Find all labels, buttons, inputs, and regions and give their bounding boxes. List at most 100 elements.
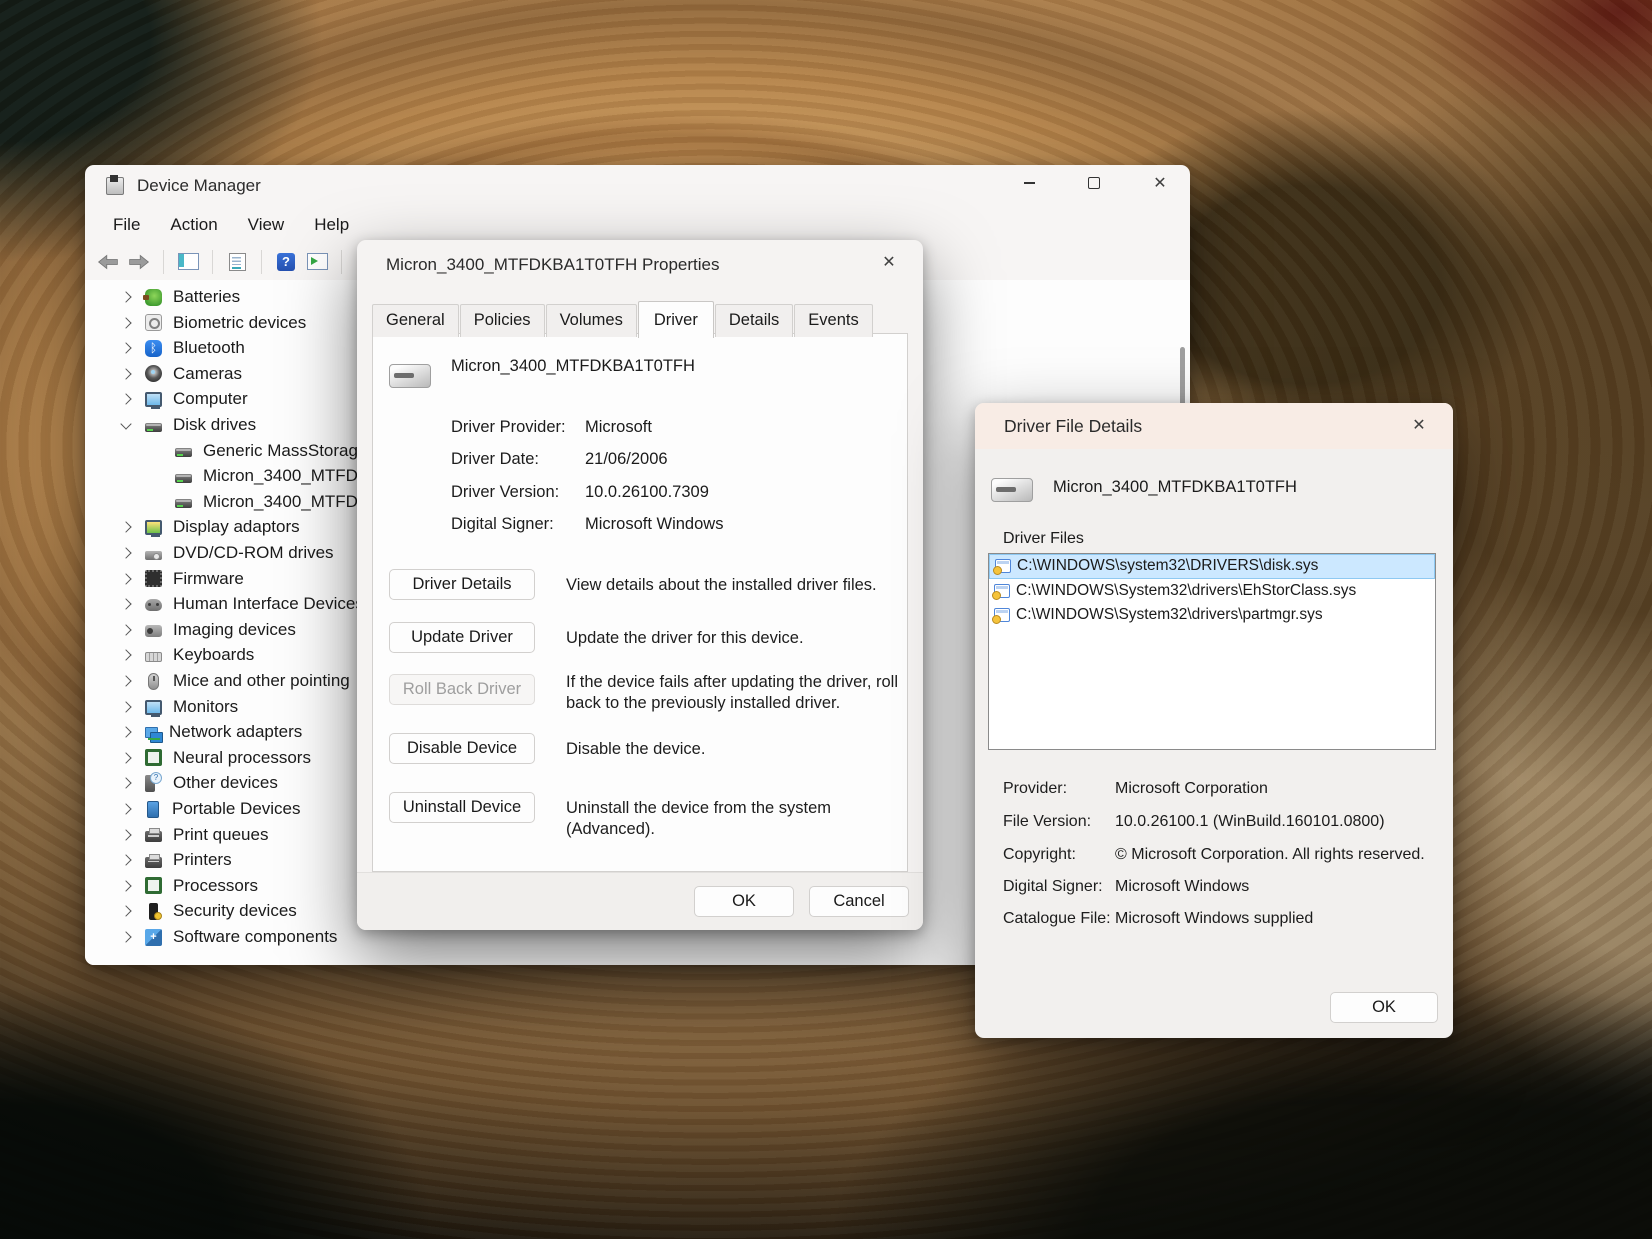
tree-item-label: Keyboards xyxy=(173,645,255,665)
ok-button[interactable]: OK xyxy=(694,886,794,917)
update-driver-button[interactable]: Update Driver xyxy=(389,622,535,653)
close-button[interactable]: ✕ xyxy=(869,240,909,284)
hid-icon xyxy=(145,599,162,612)
disable-device-desc: Disable the device. xyxy=(566,740,706,758)
chevron-right-icon[interactable] xyxy=(120,700,132,713)
field-label: Copyright: xyxy=(1003,846,1076,863)
chevron-right-icon[interactable] xyxy=(120,880,132,892)
menu-view[interactable]: View xyxy=(236,211,297,239)
toolbar-separator xyxy=(163,249,164,274)
tree-item-label: Human Interface Devices xyxy=(173,594,364,614)
monitor-icon xyxy=(145,699,162,717)
driver-files-label: Driver Files xyxy=(1003,530,1084,547)
action-pane-icon[interactable] xyxy=(306,253,328,271)
close-button[interactable]: ✕ xyxy=(1399,403,1439,447)
chevron-right-icon[interactable] xyxy=(120,931,132,943)
tree-item-label: Processors xyxy=(173,875,259,895)
chevron-right-icon[interactable] xyxy=(120,675,132,687)
tree-item-label: Cameras xyxy=(173,363,242,383)
chevron-right-icon[interactable] xyxy=(120,291,132,303)
tree-item-label: Portable Devices xyxy=(172,799,301,818)
driver-details-button[interactable]: Driver Details xyxy=(389,569,535,600)
field-label: Driver Provider: xyxy=(451,418,566,436)
uninstall-device-desc: Uninstall the device from the system (Ad… xyxy=(566,799,832,838)
tab-events[interactable]: Events xyxy=(794,304,873,337)
driver-file-item[interactable]: C:\WINDOWS\System32\drivers\partmgr.sys xyxy=(989,603,1435,628)
chevron-right-icon[interactable] xyxy=(120,547,132,559)
chevron-right-icon[interactable] xyxy=(120,752,132,764)
tree-item-label: Neural processors xyxy=(173,747,311,767)
driver-file-item[interactable]: C:\WINDOWS\system32\DRIVERS\disk.sys xyxy=(989,554,1435,579)
maximize-icon xyxy=(1088,177,1100,189)
menu-file[interactable]: File xyxy=(101,211,152,239)
disable-device-button[interactable]: Disable Device xyxy=(389,733,535,764)
properties-icon[interactable] xyxy=(226,252,248,271)
chevron-right-icon[interactable] xyxy=(120,854,132,866)
chevron-right-icon[interactable] xyxy=(120,649,132,662)
chevron-right-icon[interactable] xyxy=(120,624,132,636)
chevron-right-icon[interactable] xyxy=(120,905,132,918)
help-icon[interactable]: ? xyxy=(275,252,297,271)
software-component-icon: + xyxy=(145,928,162,946)
roll-back-driver-button[interactable]: Roll Back Driver xyxy=(389,674,535,705)
dialog-footer: OK Cancel xyxy=(357,872,923,930)
tab-bar: General Policies Volumes Driver Details … xyxy=(372,300,874,338)
close-button[interactable]: ✕ xyxy=(1137,165,1183,201)
chevron-right-icon[interactable] xyxy=(120,777,132,790)
chevron-right-icon[interactable] xyxy=(120,828,132,841)
update-driver-desc: Update the driver for this device. xyxy=(566,629,804,647)
properties-dialog-titlebar[interactable]: Micron_3400_MTFDKBA1T0TFH Properties ✕ xyxy=(357,240,923,290)
tab-driver[interactable]: Driver xyxy=(637,301,714,338)
field-value: © Microsoft Corporation. All rights rese… xyxy=(1115,846,1425,863)
field-value: 21/06/2006 xyxy=(585,450,668,468)
tab-volumes[interactable]: Volumes xyxy=(545,304,637,337)
driver-file-details-dialog: Driver File Details ✕ Micron_3400_MTFDKB… xyxy=(975,403,1453,1038)
imaging-device-icon xyxy=(145,624,162,637)
chevron-right-icon[interactable] xyxy=(120,342,132,354)
chevron-right-icon[interactable] xyxy=(120,726,132,738)
driver-file-item[interactable]: C:\WINDOWS\System32\drivers\EhStorClass.… xyxy=(989,579,1435,604)
chevron-right-icon[interactable] xyxy=(120,393,132,406)
minimize-button[interactable] xyxy=(1006,165,1052,201)
forward-icon[interactable] xyxy=(128,253,150,271)
chevron-down-icon[interactable] xyxy=(120,417,132,430)
menu-action[interactable]: Action xyxy=(158,211,229,239)
close-icon: ✕ xyxy=(1412,417,1426,434)
field-label: Provider: xyxy=(1003,780,1068,797)
printer-icon xyxy=(145,828,162,843)
tab-policies[interactable]: Policies xyxy=(459,304,545,337)
file-details-titlebar[interactable]: Driver File Details ✕ xyxy=(975,403,1453,449)
tree-item-label: Micron_3400_MTFDK xyxy=(203,491,370,511)
ok-button[interactable]: OK xyxy=(1330,992,1438,1023)
back-icon[interactable] xyxy=(97,253,119,271)
digital-signer-row: Digital Signer: Microsoft Windows xyxy=(451,515,723,534)
maximize-button[interactable] xyxy=(1071,165,1117,201)
driver-file-icon xyxy=(992,583,1010,600)
driver-file-path: C:\WINDOWS\System32\drivers\EhStorClass.… xyxy=(1016,581,1357,599)
chevron-right-icon[interactable] xyxy=(120,803,132,815)
security-device-icon xyxy=(149,902,162,920)
chevron-right-icon[interactable] xyxy=(120,368,132,380)
tab-details[interactable]: Details xyxy=(714,304,794,337)
cancel-button[interactable]: Cancel xyxy=(809,886,909,917)
chevron-right-icon[interactable] xyxy=(120,316,132,329)
field-label: Digital Signer: xyxy=(451,515,554,533)
driver-file-path: C:\WINDOWS\system32\DRIVERS\disk.sys xyxy=(1017,557,1319,575)
tree-item-label: Printers xyxy=(173,850,232,870)
chevron-right-icon[interactable] xyxy=(120,521,132,534)
uninstall-device-button[interactable]: Uninstall Device xyxy=(389,792,535,823)
tree-item-label: Generic MassStorage xyxy=(203,440,368,460)
menu-help[interactable]: Help xyxy=(302,211,361,239)
catalogue-file-row: Catalogue File: Microsoft Windows supplie… xyxy=(1003,910,1313,928)
chevron-right-icon[interactable] xyxy=(120,572,132,585)
tab-general[interactable]: General xyxy=(372,304,459,337)
chevron-right-icon[interactable] xyxy=(120,598,132,610)
copyright-row: Copyright: © Microsoft Corporation. All r… xyxy=(1003,846,1435,864)
show-console-tree-icon[interactable] xyxy=(177,253,199,271)
device-manager-titlebar[interactable]: Device Manager ✕ xyxy=(85,165,1190,207)
driver-version-row: Driver Version: 10.0.26100.7309 xyxy=(451,483,709,502)
dialog-title: Driver File Details xyxy=(1004,415,1143,436)
field-value: Microsoft Windows supplied xyxy=(1115,910,1314,927)
field-value: 10.0.26100.7309 xyxy=(585,483,709,501)
driver-files-listbox[interactable]: C:\WINDOWS\system32\DRIVERS\disk.sys C:\… xyxy=(988,553,1436,750)
